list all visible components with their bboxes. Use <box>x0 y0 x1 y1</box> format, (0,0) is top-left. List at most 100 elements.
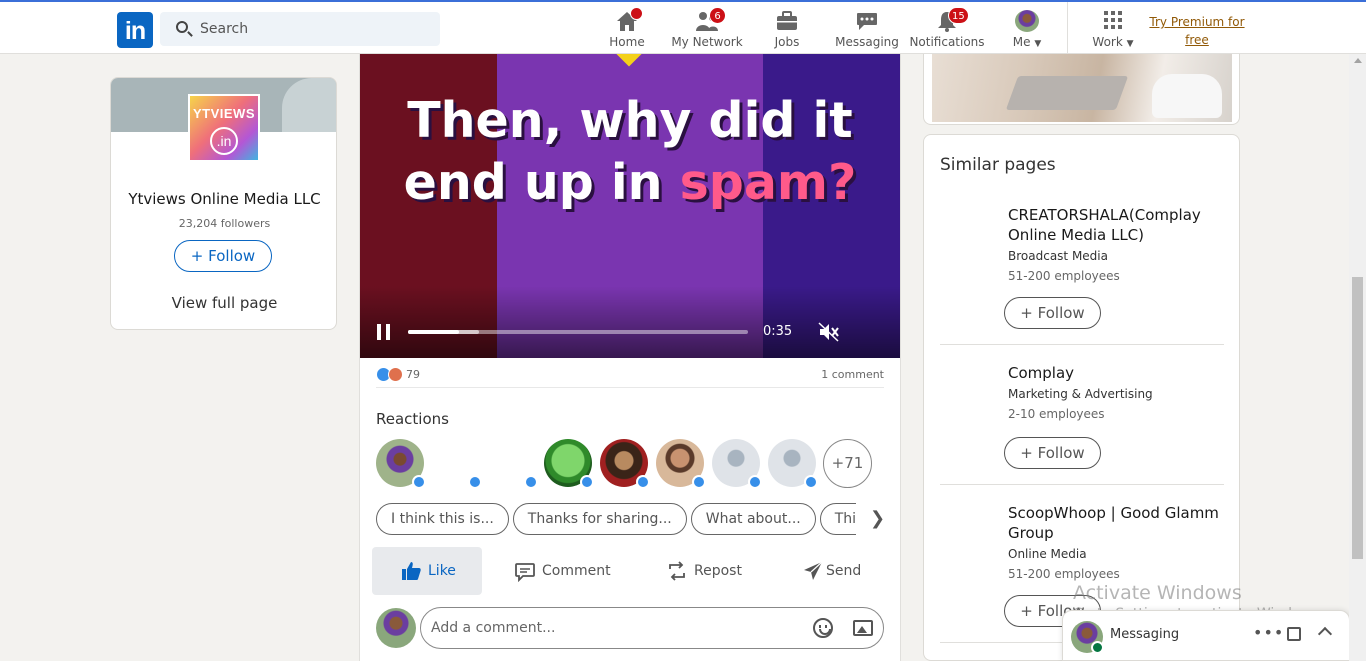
similar-page-item: CREATORSHALA(Complay Online Media LLC) B… <box>940 205 1224 345</box>
reactor-avatar[interactable] <box>600 439 650 489</box>
nav-notifications-label: Notifications <box>909 35 985 49</box>
search-icon <box>176 21 188 33</box>
similar-page-employees: 51-200 employees <box>1008 269 1120 283</box>
compose-icon[interactable] <box>1287 627 1301 641</box>
network-badge: 6 <box>709 7 726 24</box>
repost-button[interactable]: Repost <box>658 547 758 595</box>
comment-input[interactable] <box>431 608 801 648</box>
similar-page-employees: 51-200 employees <box>1008 567 1120 581</box>
company-follow-button[interactable]: + Follow <box>174 240 272 272</box>
emoji-icon[interactable] <box>813 618 833 638</box>
plus-icon: + <box>1020 304 1038 322</box>
search-box[interactable] <box>160 12 440 46</box>
suggested-comment-chip[interactable]: I think this is... <box>376 503 509 535</box>
video-caption-line2: end up in spam? <box>360 152 900 214</box>
video-player[interactable]: Then, why did it end up in spam? 0:35 <box>360 54 900 358</box>
reactor-avatar[interactable] <box>768 439 818 489</box>
similar-page-name[interactable]: ScoopWhoop | Good Glamm Group <box>1008 503 1224 543</box>
premium-line2: free <box>1185 33 1209 47</box>
like-reaction-icon <box>580 475 594 489</box>
video-caption-line1: Then, why did it <box>407 92 853 149</box>
reactor-avatar[interactable] <box>656 439 706 489</box>
mute-icon[interactable] <box>818 322 840 342</box>
video-progress-bar[interactable] <box>408 330 748 334</box>
company-followers: 23,204 followers <box>178 217 271 230</box>
reactor-avatar[interactable] <box>544 439 594 489</box>
nav-work[interactable]: Work ▼ <box>1088 8 1138 52</box>
video-caption: Then, why did it end up in spam? <box>360 90 900 214</box>
comment-box[interactable] <box>420 607 884 649</box>
reactor-avatar[interactable] <box>376 439 426 489</box>
home-notification-dot <box>630 7 643 20</box>
video-played <box>408 330 459 334</box>
plus-icon: + <box>190 247 209 265</box>
comment-button[interactable]: Comment <box>504 547 616 595</box>
like-label: Like <box>428 563 456 579</box>
suggested-comments: I think this is... Thanks for sharing... W… <box>376 503 856 535</box>
nav-me[interactable]: Me ▼ <box>1005 8 1049 52</box>
suggested-comment-chip[interactable]: Thanks for sharing... <box>512 503 687 535</box>
avatar <box>1071 621 1104 654</box>
scrollbar-thumb[interactable] <box>1352 277 1363 559</box>
reactor-avatar[interactable] <box>712 439 762 489</box>
suggested-comment-chip[interactable]: What about... <box>690 503 816 535</box>
company-logo-text: YTVIEWS <box>192 106 255 121</box>
follow-label: Follow <box>1037 304 1085 322</box>
chevron-down-icon: ▼ <box>1034 39 1042 49</box>
chevron-right-icon[interactable]: ❯ <box>870 508 885 529</box>
premium-line1: Try Premium for <box>1149 15 1245 29</box>
repost-icon <box>669 561 685 581</box>
view-full-page-link[interactable]: View full page <box>111 294 336 312</box>
similar-page-follow-button[interactable]: + Follow <box>1004 437 1101 469</box>
suggested-comment-chip[interactable]: This will <box>819 503 856 535</box>
like-reaction-icon <box>412 475 426 489</box>
company-name[interactable]: Ytviews Online Media LLC <box>111 190 336 208</box>
chevron-up-icon[interactable] <box>1317 626 1333 642</box>
post-actions: Like Comment Repost Send <box>372 547 892 595</box>
linkedin-logo[interactable]: in <box>117 12 153 48</box>
ad-image <box>932 54 1232 122</box>
more-reactions-button[interactable]: +71 <box>823 439 872 488</box>
like-reaction-icon <box>748 475 762 489</box>
comment-icon <box>515 563 535 582</box>
like-button[interactable]: Like <box>372 547 482 595</box>
comment-count[interactable]: 1 comment <box>821 368 884 381</box>
messaging-overlay[interactable]: Messaging ••• <box>1062 610 1350 661</box>
send-label: Send <box>826 563 862 579</box>
company-logo[interactable]: YTVIEWS .in <box>188 94 260 162</box>
watermark-line1: Activate Windows <box>1073 582 1242 604</box>
scroll-up-arrow[interactable] <box>1354 58 1362 63</box>
similar-page-name[interactable]: Complay <box>1008 363 1224 383</box>
like-reaction-icon <box>692 475 706 489</box>
nav-messaging-label: Messaging <box>835 35 899 49</box>
comment-composer <box>376 607 884 649</box>
similar-page-name[interactable]: CREATORSHALA(Complay Online Media LLC) <box>1008 205 1224 245</box>
more-options-icon[interactable]: ••• <box>1253 623 1284 642</box>
avatar <box>1015 10 1039 32</box>
plus-icon: + <box>1020 602 1038 620</box>
search-input[interactable] <box>200 12 430 46</box>
reactor-avatar[interactable] <box>432 439 482 489</box>
similar-page-follow-button[interactable]: + Follow <box>1004 297 1101 329</box>
nav-work-label: Work ▼ <box>1092 35 1134 49</box>
nav-messaging[interactable]: Messaging <box>835 8 899 52</box>
try-premium-link[interactable]: Try Premium for free <box>1149 13 1245 49</box>
scrollbar[interactable] <box>1349 54 1366 661</box>
notifications-badge: 15 <box>948 7 969 24</box>
reaction-count[interactable]: 79 <box>406 368 420 381</box>
send-button[interactable]: Send <box>792 547 892 595</box>
nav-home-label: Home <box>609 35 645 49</box>
top-nav: in Home 6 My Network Jobs Messaging 15 N… <box>0 0 1366 54</box>
nav-jobs[interactable]: Jobs <box>763 8 811 52</box>
nav-my-network-label: My Network <box>671 35 743 49</box>
nav-home[interactable]: Home <box>601 7 653 52</box>
pause-icon[interactable] <box>376 324 392 340</box>
nav-divider <box>1067 2 1068 54</box>
nav-my-network[interactable]: 6 My Network <box>671 7 743 52</box>
reactor-avatar[interactable] <box>488 439 538 489</box>
nav-jobs-label: Jobs <box>774 35 800 49</box>
reaction-icons[interactable] <box>376 367 404 383</box>
ad-card[interactable] <box>923 54 1240 125</box>
image-icon[interactable] <box>853 620 873 636</box>
nav-notifications[interactable]: 15 Notifications <box>909 7 985 52</box>
